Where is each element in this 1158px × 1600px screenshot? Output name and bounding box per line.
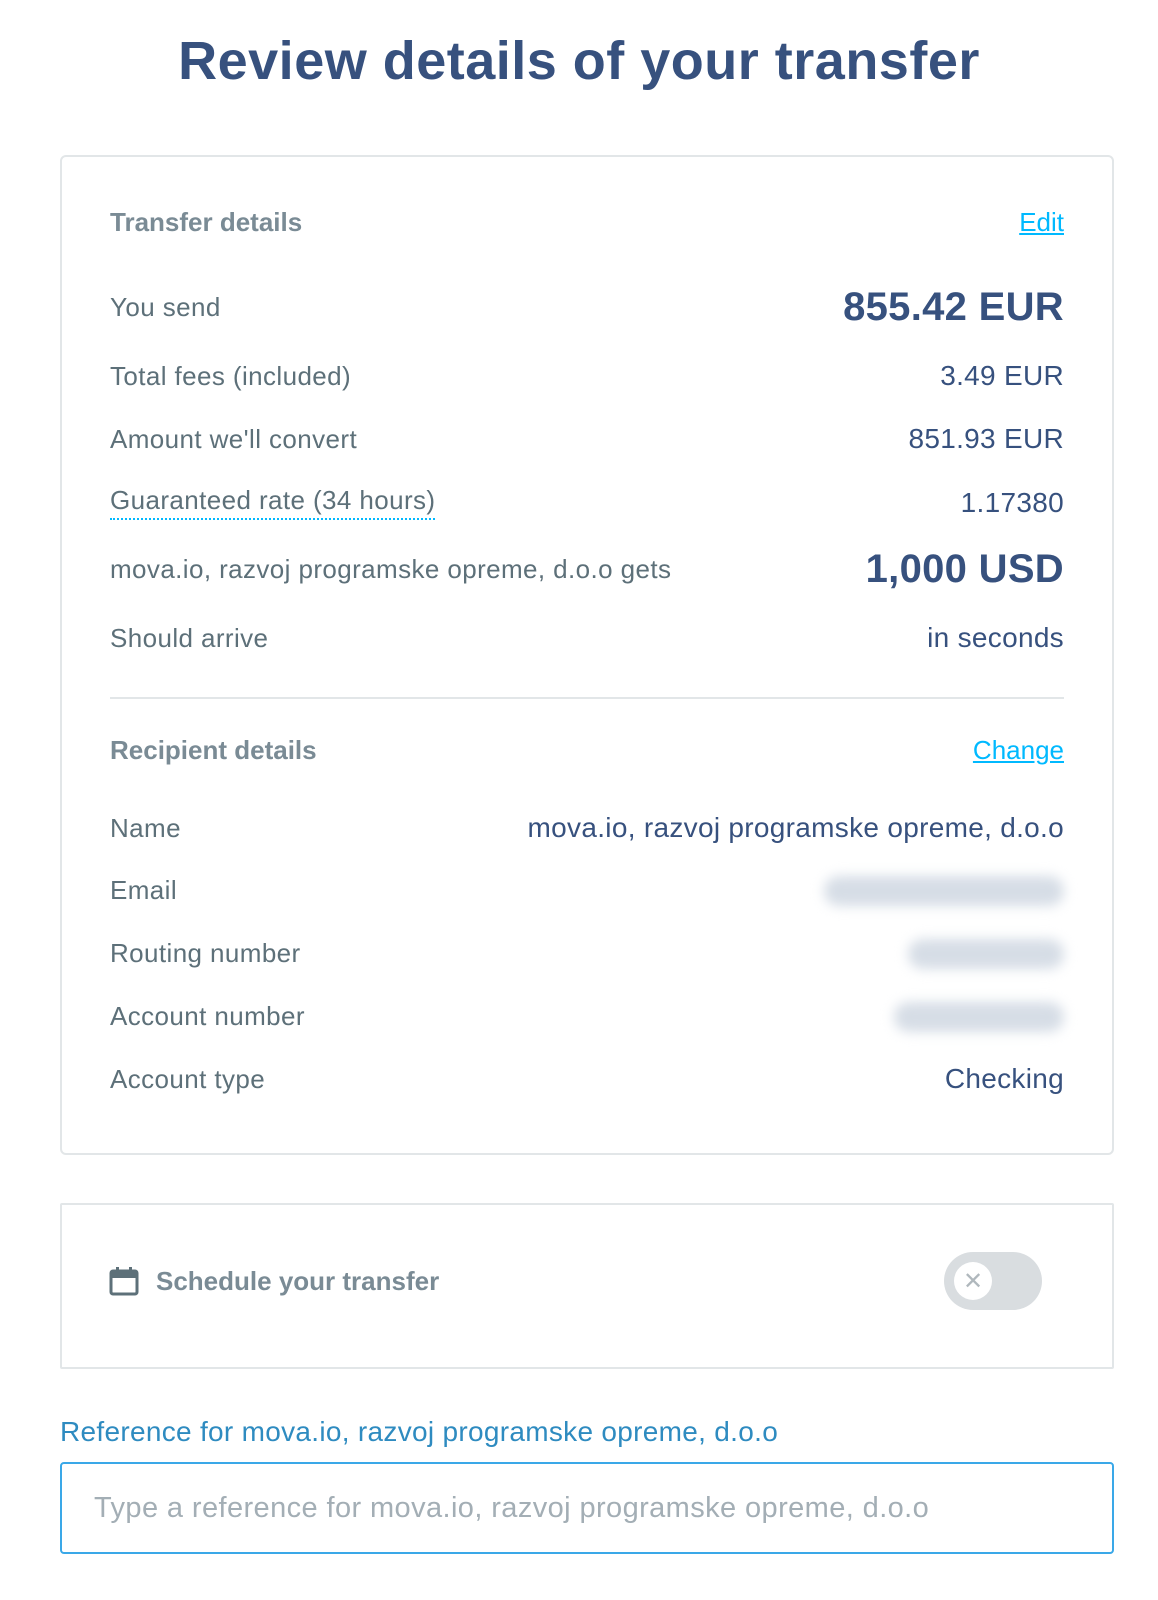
account-number-redacted: [894, 1001, 1064, 1032]
routing-number-redacted: [908, 938, 1064, 969]
recipient-email-label: Email: [110, 875, 178, 905]
recipient-name-label: Name: [110, 812, 181, 843]
routing-number-label: Routing number: [110, 938, 301, 968]
calendar-icon: [109, 1267, 139, 1296]
close-icon: ✕: [954, 1262, 992, 1300]
transfer-summary-card: Transfer details Edit You send 855.42 EU…: [60, 155, 1114, 1155]
row-recipient-gets: mova.io, razvoj programske opreme, d.o.o…: [110, 547, 1064, 592]
you-send-value: 855.42 EUR: [843, 285, 1064, 329]
row-account-number: Account number: [110, 1001, 1064, 1032]
row-recipient-name: Name mova.io, razvoj programske opreme, …: [110, 812, 1064, 844]
account-type-value: Checking: [944, 1063, 1064, 1094]
recipient-gets-value: 1,000 USD: [865, 547, 1064, 591]
guaranteed-rate-value: 1.17380: [960, 486, 1064, 518]
row-total-fees: Total fees (included) 3.49 EUR: [110, 360, 1064, 392]
account-type-label: Account type: [110, 1063, 266, 1094]
transfer-details-title: Transfer details: [110, 207, 303, 237]
recipient-details-title: Recipient details: [110, 735, 317, 765]
amount-converted-value: 851.93 EUR: [908, 423, 1064, 454]
account-number-label: Account number: [110, 1001, 305, 1031]
schedule-toggle[interactable]: ✕: [944, 1252, 1042, 1310]
change-recipient-link[interactable]: Change: [973, 735, 1064, 766]
row-routing-number: Routing number: [110, 938, 1064, 969]
row-guaranteed-rate: Guaranteed rate (34 hours) 1.17380: [110, 485, 1064, 520]
row-account-type: Account type Checking: [110, 1063, 1064, 1095]
recipient-name-value: mova.io, razvoj programske opreme, d.o.o: [527, 812, 1064, 843]
row-amount-converted: Amount we'll convert 851.93 EUR: [110, 423, 1064, 455]
amount-converted-label: Amount we'll convert: [110, 423, 358, 454]
row-you-send: You send 855.42 EUR: [110, 285, 1064, 330]
edit-transfer-link[interactable]: Edit: [1019, 207, 1064, 238]
schedule-row: Schedule your transfer ✕: [108, 1251, 1042, 1311]
total-fees-value: 3.49 EUR: [940, 360, 1064, 391]
recipient-details-header: Recipient details Change: [110, 735, 1064, 766]
page-title: Review details of your transfer: [178, 31, 980, 91]
recipient-email-redacted: [824, 875, 1064, 906]
you-send-label: You send: [110, 292, 221, 322]
row-recipient-email: Email: [110, 875, 1064, 906]
schedule-label: Schedule your transfer: [156, 1265, 440, 1296]
total-fees-label: Total fees (included): [110, 360, 352, 391]
reference-input[interactable]: [60, 1462, 1114, 1554]
should-arrive-value: in seconds: [927, 622, 1064, 653]
reference-label: Reference for mova.io, razvoj programske…: [60, 1416, 779, 1447]
should-arrive-label: Should arrive: [110, 622, 269, 653]
schedule-card: Schedule your transfer ✕: [60, 1203, 1114, 1369]
transfer-details-header: Transfer details Edit: [110, 207, 1064, 238]
row-should-arrive: Should arrive in seconds: [110, 622, 1064, 654]
section-divider: [110, 697, 1064, 699]
guaranteed-rate-label[interactable]: Guaranteed rate (34 hours): [110, 485, 436, 520]
recipient-gets-label: mova.io, razvoj programske opreme, d.o.o…: [110, 554, 672, 584]
